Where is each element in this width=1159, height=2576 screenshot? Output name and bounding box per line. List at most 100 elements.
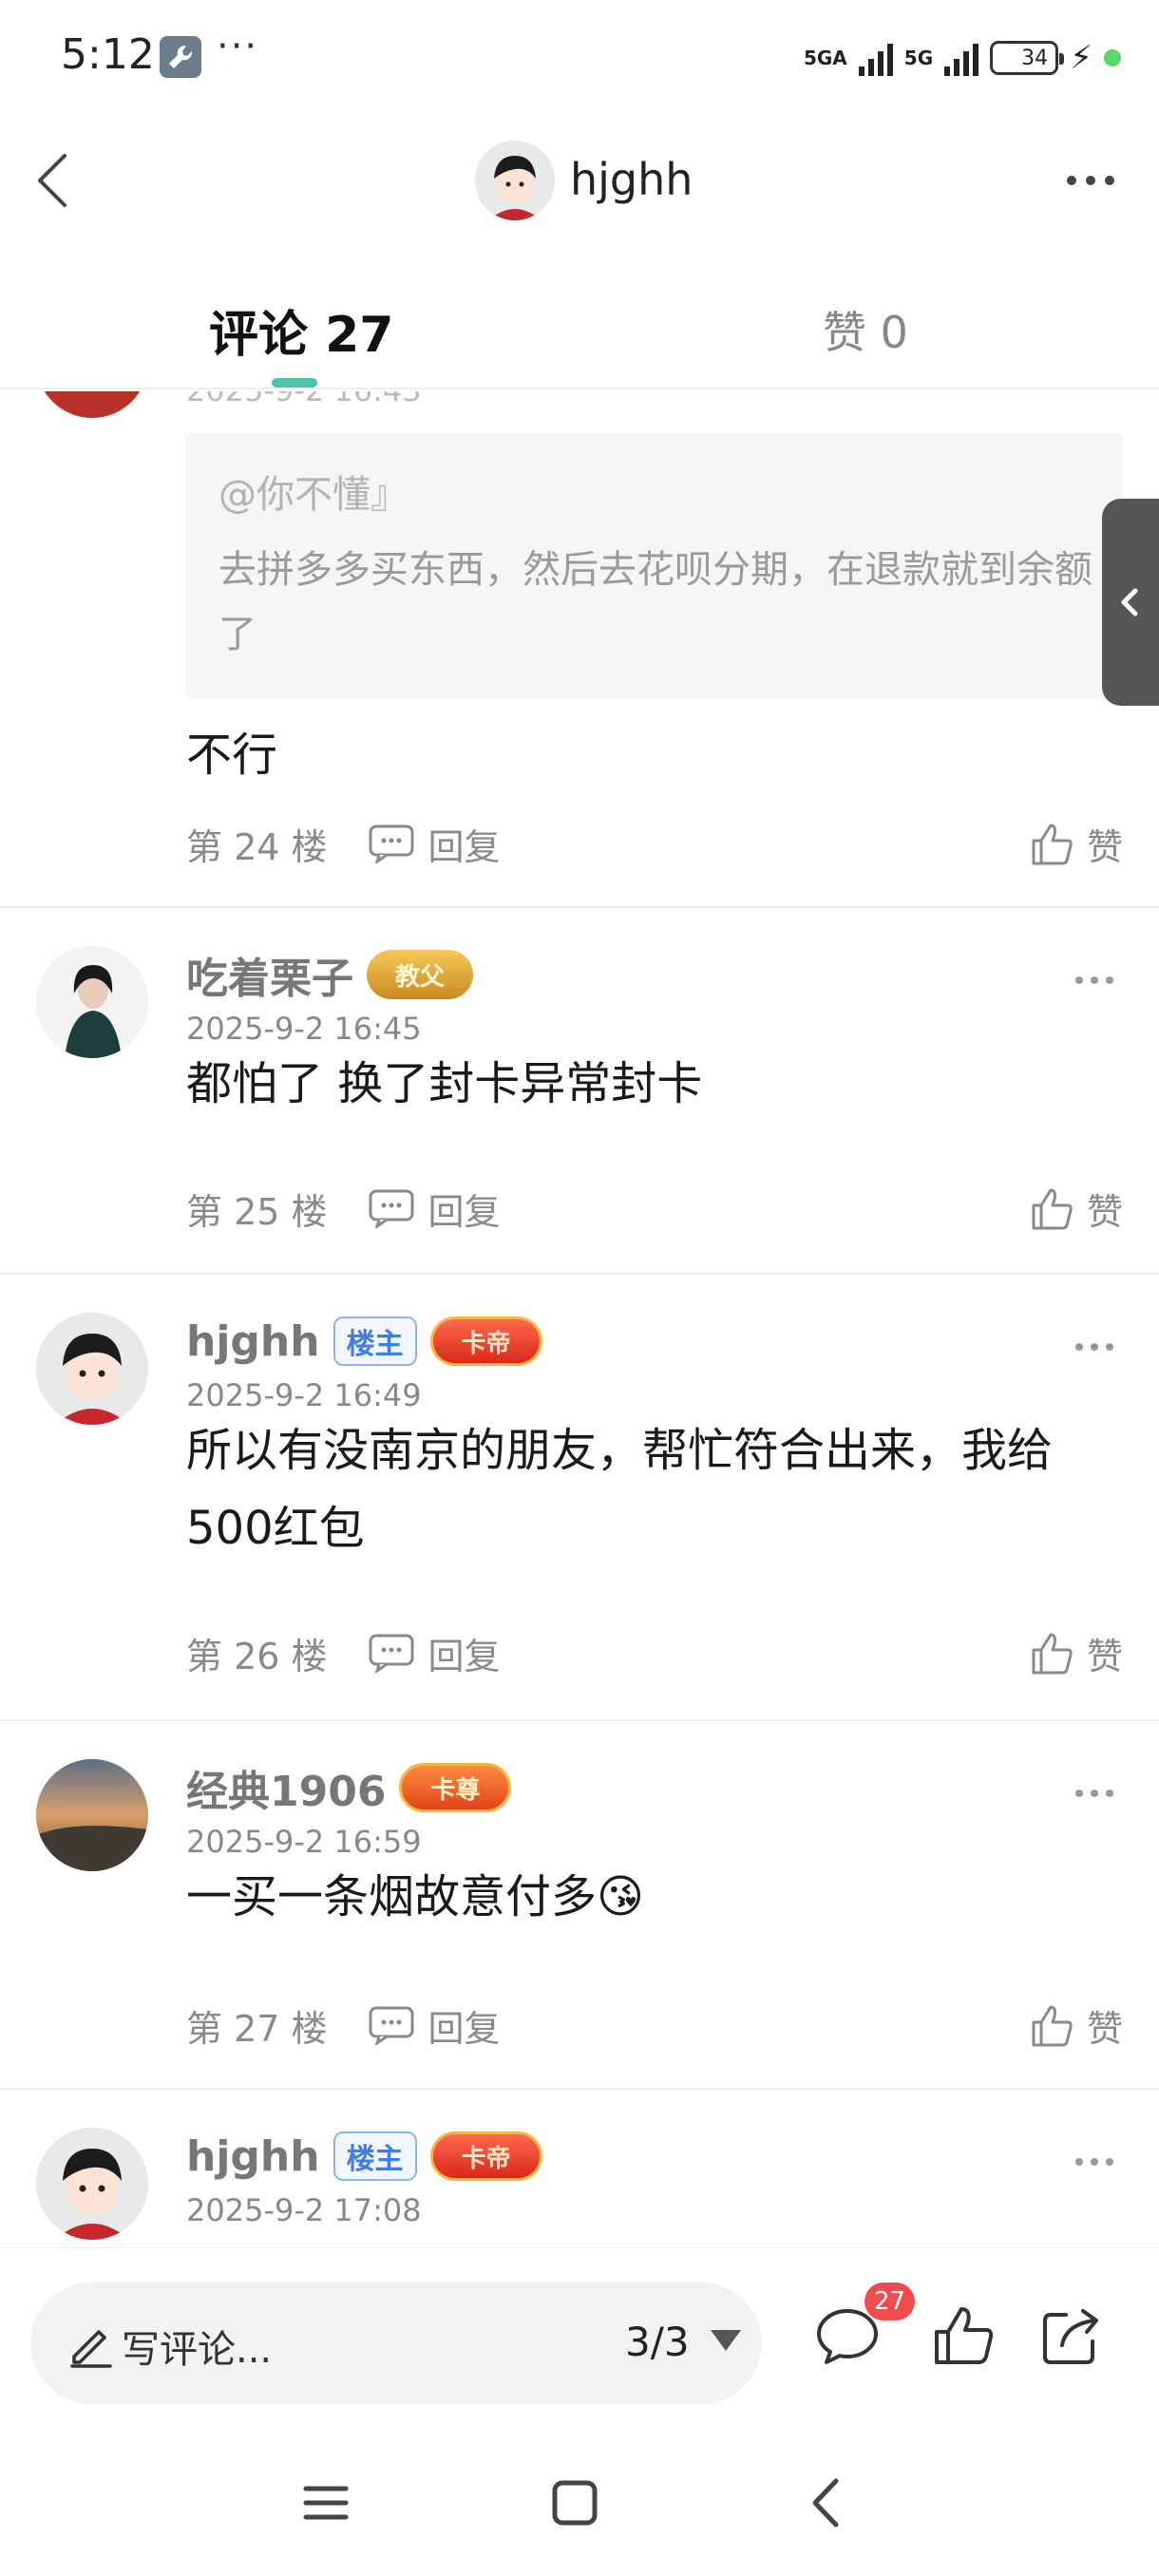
avatar[interactable] xyxy=(36,2128,148,2240)
reply-label: 回复 xyxy=(428,1635,501,1677)
like-icon xyxy=(1032,1188,1073,1230)
reply-icon xyxy=(369,1189,414,1228)
like-button[interactable]: 赞 xyxy=(1028,1183,1123,1235)
medal-badge: 教父 xyxy=(367,950,474,999)
username-row: 吃着栗子 教父 xyxy=(186,944,474,1005)
like-label: 赞 xyxy=(1086,825,1123,868)
home-icon[interactable] xyxy=(542,2470,608,2536)
privacy-indicator-dot xyxy=(1104,49,1121,66)
reply-button[interactable]: 回复 xyxy=(368,818,501,870)
username-row: 经典1906 卡尊 xyxy=(186,1757,512,1818)
network-type-label-2: 5G xyxy=(903,47,934,69)
comment-list: 2025-9-2 16:43 @你不懂』 去拼多多买东西，然后去花呗分期，在退款… xyxy=(0,391,1159,2245)
comment-more-icon[interactable] xyxy=(1072,971,1117,990)
share-icon[interactable] xyxy=(1037,2301,1106,2370)
side-panel-handle[interactable] xyxy=(1102,499,1159,706)
quoted-comment[interactable]: @你不懂』 去拼多多买东西，然后去花呗分期，在退款就到余额了 xyxy=(186,433,1123,699)
reply-icon xyxy=(369,2006,414,2045)
comment-input-placeholder: 写评论... xyxy=(122,2328,273,2372)
comment-time: 2025-9-2 17:08 xyxy=(186,2192,422,2228)
comment-text: 不行 xyxy=(186,729,278,782)
comment-text: 所以有没南京的朋友，帮忙符合出来，我给500红包 xyxy=(186,1424,1054,1555)
status-bar: 5:12 ··· 5GA 5G 34 ⚡ xyxy=(0,0,1159,112)
like-button[interactable]: 赞 xyxy=(1028,1627,1123,1679)
pen-icon xyxy=(70,2330,112,2368)
comment-item: hjghh 楼主 卡帝 2025-9-2 16:49 所以有没南京的朋友，帮忙符… xyxy=(0,1275,1159,1721)
menu-icon[interactable] xyxy=(293,2470,359,2536)
quoted-username: @你不懂』 xyxy=(218,473,408,517)
comment-footer: 第 25 楼 回复 赞 xyxy=(186,1180,1123,1237)
signal-icon xyxy=(858,40,893,76)
comment-time: 2025-9-2 16:59 xyxy=(186,1824,422,1860)
battery-level: 34 xyxy=(1021,46,1049,70)
reply-button[interactable]: 回复 xyxy=(368,1999,501,2052)
comment-text: 都怕了 换了封卡异常封卡 xyxy=(186,1057,703,1110)
comment-more-icon[interactable] xyxy=(1072,1784,1117,1803)
system-navigation-bar xyxy=(0,2432,1159,2576)
tab-bar: 评论 27 赞 0 xyxy=(0,275,1159,389)
comment-username[interactable]: 经典1906 xyxy=(186,1757,386,1818)
comment-text-content: 一买一条烟故意付多 xyxy=(186,1870,598,1923)
like-label: 赞 xyxy=(1086,1190,1123,1233)
more-button[interactable] xyxy=(1053,161,1129,199)
like-icon xyxy=(1032,1633,1073,1675)
comment-more-icon[interactable] xyxy=(1072,1337,1117,1356)
comment-username[interactable]: hjghh xyxy=(186,2132,320,2181)
comment-item: 吃着栗子 教父 2025-9-2 16:45 都怕了 换了封卡异常封卡 第 25… xyxy=(0,908,1159,1275)
like-button[interactable]: 赞 xyxy=(1028,1999,1123,2052)
like-button[interactable]: 赞 xyxy=(1028,818,1123,870)
tab-comments[interactable]: 评论 27 xyxy=(209,294,393,366)
status-time: 5:12 xyxy=(61,30,155,79)
network-type-label: 5GA xyxy=(803,47,847,69)
like-label: 赞 xyxy=(1086,2007,1123,2050)
kiss-emoji-icon: 😘 xyxy=(597,1870,645,1923)
avatar[interactable] xyxy=(36,1759,148,1871)
caret-down-icon[interactable] xyxy=(711,2330,741,2351)
username-row: hjghh 楼主 卡帝 xyxy=(186,2128,542,2185)
chevron-left-icon xyxy=(1121,588,1138,616)
comment-footer: 第 26 楼 回复 赞 xyxy=(186,1624,1123,1681)
nav-bar: hjghh xyxy=(0,123,1159,237)
comment-text: 一买一条烟故意付多😘 xyxy=(186,1858,1102,1936)
medal-badge: 卡尊 xyxy=(399,1763,512,1812)
avatar[interactable] xyxy=(36,1313,148,1425)
reply-icon xyxy=(369,824,414,863)
nav-back-icon[interactable] xyxy=(794,2470,861,2536)
tab-likes[interactable]: 赞 0 xyxy=(823,298,908,361)
comment-more-icon[interactable] xyxy=(1072,2152,1117,2171)
comment-time: 2025-9-2 16:45 xyxy=(186,1011,422,1047)
floor-number: 第 26 楼 xyxy=(186,1635,328,1677)
reply-label: 回复 xyxy=(428,2007,501,2050)
reply-button[interactable]: 回复 xyxy=(368,1183,501,1235)
floor-number: 第 25 楼 xyxy=(186,1190,328,1233)
avatar[interactable] xyxy=(36,946,148,1058)
owner-badge: 楼主 xyxy=(332,1316,417,1366)
status-icons: 5GA 5G 34 ⚡ xyxy=(804,34,1121,82)
page-indicator[interactable]: 3/3 xyxy=(625,2319,690,2365)
back-button[interactable] xyxy=(23,146,91,215)
comment-time: 2025-9-2 16:43 xyxy=(186,391,422,408)
quoted-text: 去拼多多买东西，然后去花呗分期，在退款就到余额了 xyxy=(218,548,1092,656)
tab-active-indicator xyxy=(272,378,317,388)
comment-item: 2025-9-2 16:43 @你不懂』 去拼多多买东西，然后去花呗分期，在退款… xyxy=(0,391,1159,908)
reply-button[interactable]: 回复 xyxy=(368,1627,501,1679)
nav-username: hjghh xyxy=(570,154,694,205)
back-icon xyxy=(38,154,66,207)
thumb-icon[interactable] xyxy=(929,2301,998,2370)
bottom-action-bar: 写评论... 3/3 27 xyxy=(0,2247,1159,2404)
charging-icon: ⚡ xyxy=(1070,39,1092,77)
comment-username[interactable]: hjghh xyxy=(186,1317,320,1366)
comment-item: 经典1906 卡尊 2025-9-2 16:59 一买一条烟故意付多😘 第 27… xyxy=(0,1721,1159,2090)
reply-label: 回复 xyxy=(428,1190,501,1233)
username-row: hjghh 楼主 卡帝 xyxy=(186,1313,542,1370)
comment-input[interactable]: 写评论... 3/3 xyxy=(30,2282,762,2404)
medal-badge: 卡帝 xyxy=(429,1316,542,1366)
comment-username[interactable]: 吃着栗子 xyxy=(186,944,353,1005)
comment-footer: 第 27 楼 回复 赞 xyxy=(186,1997,1123,2054)
reply-label: 回复 xyxy=(428,825,501,868)
wrench-icon xyxy=(160,36,201,78)
comment-footer: 第 24 楼 回复 赞 xyxy=(186,815,1123,872)
floor-number: 第 24 楼 xyxy=(186,825,328,868)
avatar[interactable] xyxy=(36,391,148,418)
avatar[interactable] xyxy=(475,141,555,220)
